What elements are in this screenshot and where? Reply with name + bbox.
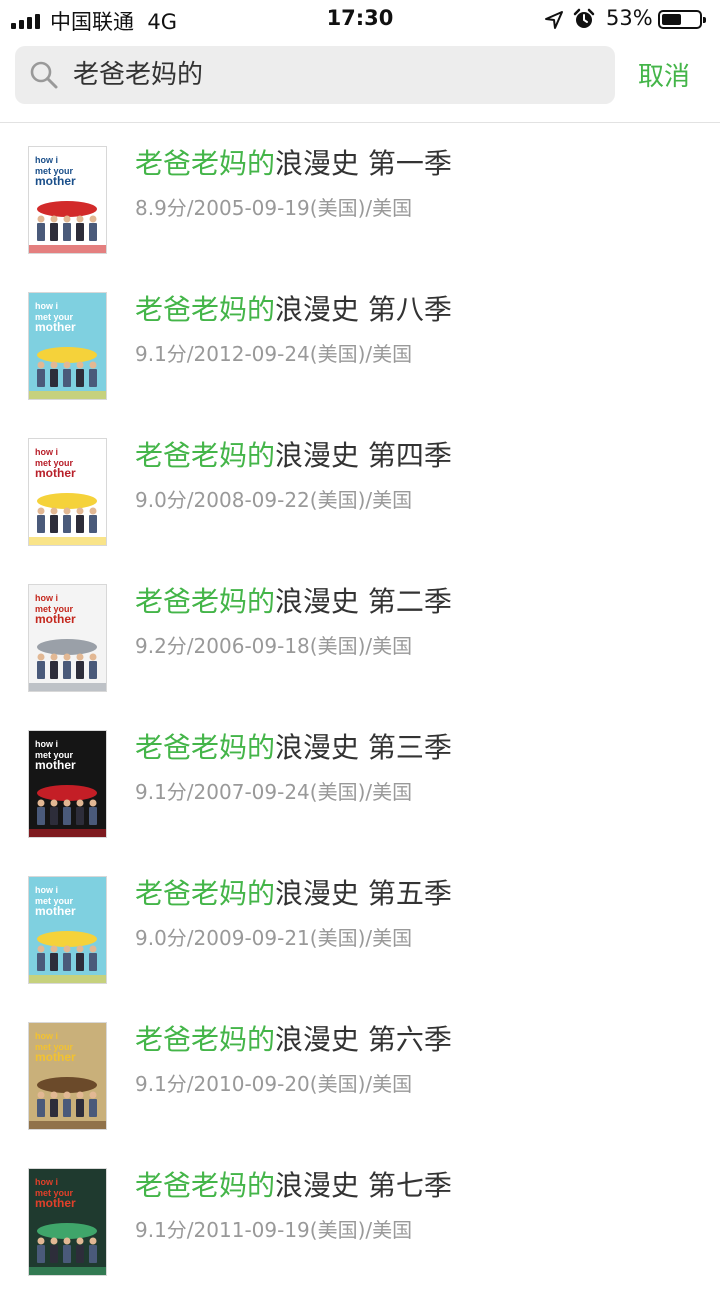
svg-text:mother: mother — [35, 1050, 76, 1064]
title-highlight: 老爸老妈的 — [135, 877, 276, 910]
result-meta: 9.2分/2006-09-18(美国)/美国 — [135, 634, 413, 658]
search-input[interactable]: 老爸老妈的 — [73, 46, 203, 104]
cancel-button[interactable]: 取消 — [638, 56, 690, 93]
result-meta: 9.1分/2011-09-19(美国)/美国 — [135, 1218, 413, 1242]
search-icon — [30, 61, 58, 89]
title-rest: 浪漫史 第七季 — [275, 1169, 452, 1202]
result-meta: 9.1分/2007-09-24(美国)/美国 — [135, 780, 413, 804]
svg-text:mother: mother — [35, 904, 76, 918]
svg-text:how i: how i — [35, 155, 58, 165]
title-highlight: 老爸老妈的 — [135, 147, 276, 180]
list-item[interactable]: how i met your mother 老爸老妈的浪漫史 第五季 9.0分/20… — [0, 853, 720, 999]
svg-text:how i: how i — [35, 1177, 58, 1187]
title-rest: 浪漫史 第八季 — [275, 293, 452, 326]
poster-image: how i met your mother — [29, 731, 106, 837]
title-rest: 浪漫史 第三季 — [275, 731, 452, 764]
battery-percentage: 53% — [606, 6, 653, 30]
search-results-list: how i met your mother 老爸老妈的浪漫史 第一季 8.9分/20… — [0, 123, 720, 1291]
result-meta: 9.1分/2010-09-20(美国)/美国 — [135, 1072, 413, 1096]
list-item[interactable]: how i met your mother 老爸老妈的浪漫史 第一季 8.9分/20… — [0, 123, 720, 269]
title-highlight: 老爸老妈的 — [135, 585, 276, 618]
battery-level-fill — [662, 14, 681, 25]
poster-image: how i met your mother — [29, 1023, 106, 1129]
svg-text:how i: how i — [35, 1031, 58, 1041]
svg-text:mother: mother — [35, 466, 76, 480]
result-title: 老爸老妈的浪漫史 第八季 — [135, 291, 452, 329]
title-rest: 浪漫史 第四季 — [275, 439, 452, 472]
svg-text:mother: mother — [35, 612, 76, 626]
title-highlight: 老爸老妈的 — [135, 293, 276, 326]
svg-text:how i: how i — [35, 885, 58, 895]
svg-text:how i: how i — [35, 447, 58, 457]
svg-text:how i: how i — [35, 301, 58, 311]
poster-image: how i met your mother — [29, 1169, 106, 1275]
title-highlight: 老爸老妈的 — [135, 1169, 276, 1202]
result-meta: 9.0分/2008-09-22(美国)/美国 — [135, 488, 413, 512]
result-meta: 8.9分/2005-09-19(美国)/美国 — [135, 196, 413, 220]
result-title: 老爸老妈的浪漫史 第五季 — [135, 875, 452, 913]
poster-image: how i met your mother — [29, 439, 106, 545]
status-bar: 中国联通 4G 17:30 53% — [0, 0, 720, 40]
search-field[interactable]: 老爸老妈的 — [15, 46, 615, 104]
title-rest: 浪漫史 第一季 — [275, 147, 452, 180]
result-title: 老爸老妈的浪漫史 第一季 — [135, 145, 452, 183]
list-item[interactable]: how i met your mother 老爸老妈的浪漫史 第七季 9.1分/20… — [0, 1145, 720, 1291]
title-rest: 浪漫史 第二季 — [275, 585, 452, 618]
list-item[interactable]: how i met your mother 老爸老妈的浪漫史 第六季 9.1分/20… — [0, 999, 720, 1145]
svg-text:how i: how i — [35, 593, 58, 603]
poster-image: how i met your mother — [29, 147, 106, 253]
poster-image: how i met your mother — [29, 877, 106, 983]
title-rest: 浪漫史 第五季 — [275, 877, 452, 910]
svg-text:mother: mother — [35, 320, 76, 334]
poster-image: how i met your mother — [29, 293, 106, 399]
result-meta: 9.1分/2012-09-24(美国)/美国 — [135, 342, 413, 366]
location-arrow-icon — [545, 11, 563, 29]
list-item[interactable]: how i met your mother 老爸老妈的浪漫史 第三季 9.1分/20… — [0, 707, 720, 853]
list-item[interactable]: how i met your mother 老爸老妈的浪漫史 第八季 9.1分/20… — [0, 269, 720, 415]
result-title: 老爸老妈的浪漫史 第二季 — [135, 583, 452, 621]
svg-text:mother: mother — [35, 758, 76, 772]
svg-text:mother: mother — [35, 1196, 76, 1210]
result-title: 老爸老妈的浪漫史 第三季 — [135, 729, 452, 767]
svg-text:mother: mother — [35, 174, 76, 188]
list-item[interactable]: how i met your mother 老爸老妈的浪漫史 第二季 9.2分/20… — [0, 561, 720, 707]
title-highlight: 老爸老妈的 — [135, 731, 276, 764]
battery-icon — [658, 10, 706, 29]
result-meta: 9.0分/2009-09-21(美国)/美国 — [135, 926, 413, 950]
result-title: 老爸老妈的浪漫史 第六季 — [135, 1021, 452, 1059]
list-item[interactable]: how i met your mother 老爸老妈的浪漫史 第四季 9.0分/20… — [0, 415, 720, 561]
alarm-clock-icon — [573, 8, 595, 28]
poster-image: how i met your mother — [29, 585, 106, 691]
svg-text:how i: how i — [35, 739, 58, 749]
result-title: 老爸老妈的浪漫史 第七季 — [135, 1167, 452, 1205]
result-title: 老爸老妈的浪漫史 第四季 — [135, 437, 452, 475]
title-highlight: 老爸老妈的 — [135, 1023, 276, 1056]
title-rest: 浪漫史 第六季 — [275, 1023, 452, 1056]
title-highlight: 老爸老妈的 — [135, 439, 276, 472]
